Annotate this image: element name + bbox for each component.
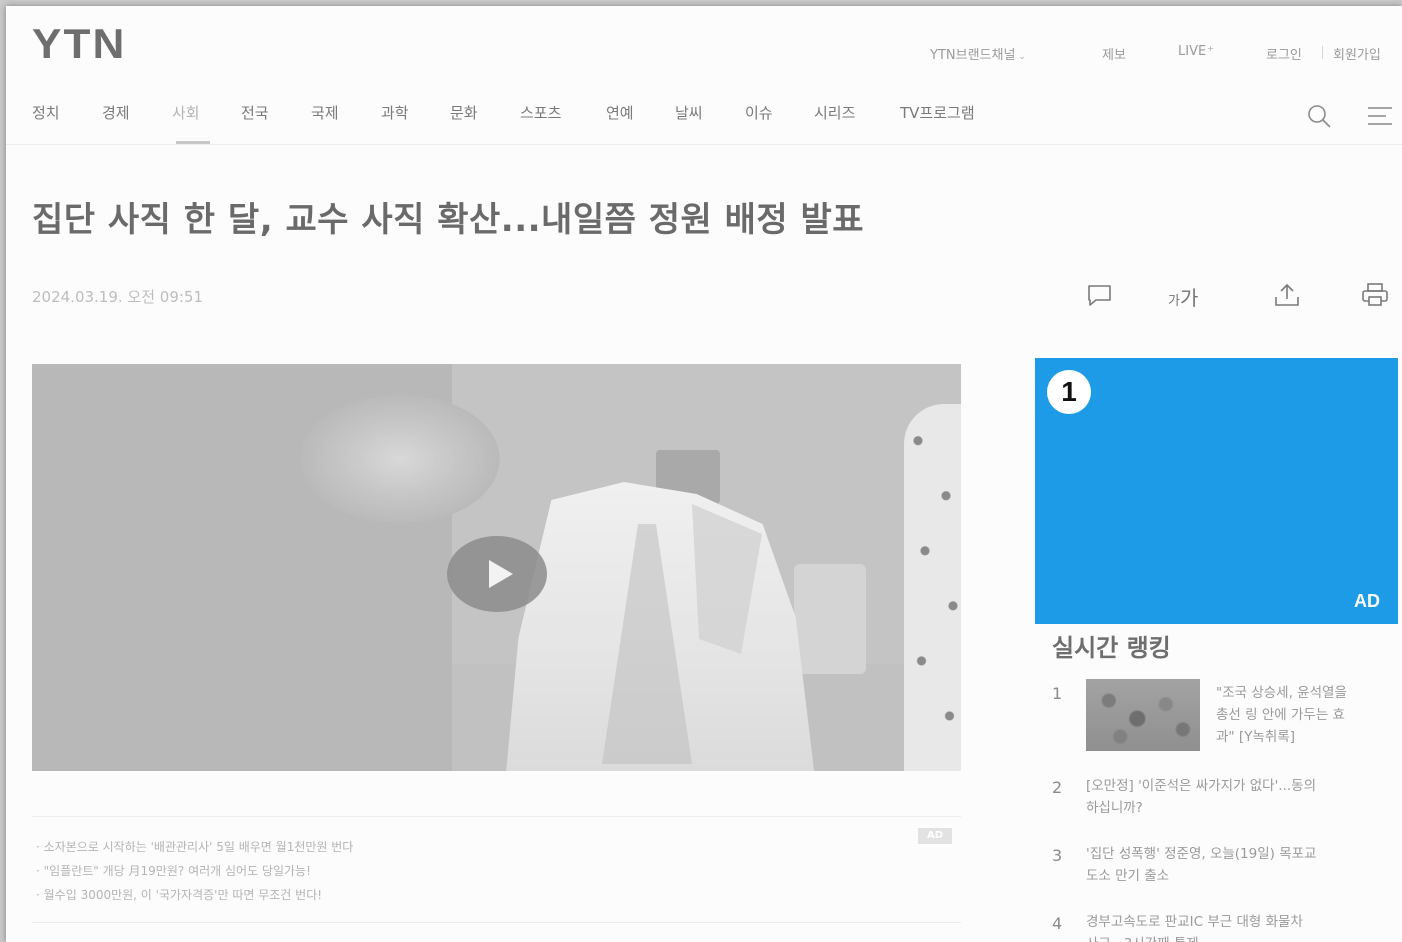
sidebar-ad[interactable]: 1 AD bbox=[1035, 358, 1398, 624]
nav-item-economy[interactable]: 경제 bbox=[102, 102, 130, 123]
play-icon bbox=[489, 560, 513, 588]
nav-item-international[interactable]: 국제 bbox=[311, 102, 339, 123]
article-date: 2024.03.19. 오전 09:51 bbox=[32, 288, 204, 306]
nav-item-sports[interactable]: 스포츠 bbox=[520, 102, 561, 123]
ad-link-1[interactable]: · 소자본으로 시작하는 '배관관리사' 5일 배우면 월1천만원 번다 bbox=[36, 838, 353, 855]
ad-link-2[interactable]: · "임플란트" 개당 月19만원? 여러개 심어도 당일가능! bbox=[36, 862, 311, 879]
nav-item-tv-program[interactable]: TV프로그램 bbox=[900, 102, 975, 123]
ad-links-tag: AD bbox=[918, 828, 952, 844]
report-link[interactable]: 제보 bbox=[1102, 44, 1126, 63]
comment-icon[interactable] bbox=[1086, 282, 1114, 312]
nav-item-politics[interactable]: 정치 bbox=[32, 102, 60, 123]
ranking-item-4[interactable]: 경부고속도로 판교IC 부근 대형 화물차 사고...3시간째 통제 bbox=[1086, 911, 1303, 942]
nav-item-society[interactable]: 사회 bbox=[172, 102, 200, 123]
ranking-item-1-line: 총선 링 안에 가두는 효 bbox=[1216, 707, 1345, 723]
print-icon[interactable] bbox=[1360, 282, 1390, 312]
ranking-item-3-line: 도소 만기 출소 bbox=[1086, 868, 1170, 884]
nav-item-series[interactable]: 시리즈 bbox=[814, 102, 855, 123]
nav-item-weather[interactable]: 날씨 bbox=[675, 102, 703, 123]
ranking-item-2[interactable]: [오만정] '이준석은 싸가지가 없다'...동의 하십니까? bbox=[1086, 775, 1316, 819]
brand-channel-label: YTN브랜드채널 bbox=[930, 48, 1016, 63]
ad-links-divider-top bbox=[32, 816, 961, 817]
page-frame: YTN YTN브랜드채널 ⌄ 제보 LIVE+ 로그인 회원가입 정치 경제 사회… bbox=[6, 6, 1402, 942]
ranking-title: 실시간 랭킹 bbox=[1052, 634, 1171, 662]
ranking-item-4-line: 경부고속도로 판교IC 부근 대형 화물차 bbox=[1086, 914, 1303, 930]
ranking-number: 1 bbox=[1052, 684, 1063, 703]
nav-item-entertainment[interactable]: 연예 bbox=[606, 102, 634, 123]
ytn-logo[interactable]: YTN bbox=[32, 20, 126, 68]
font-size-small-glyph: 가 bbox=[1168, 294, 1180, 309]
ranking-item-2-line: [오만정] '이준석은 싸가지가 없다'...동의 bbox=[1086, 778, 1317, 794]
util-divider bbox=[1322, 46, 1323, 59]
ranking-thumbnail[interactable] bbox=[1086, 679, 1200, 751]
ranking-number: 2 bbox=[1052, 778, 1063, 797]
video-frame-patterned-fabric bbox=[904, 404, 961, 771]
share-icon[interactable] bbox=[1272, 282, 1302, 312]
nav-item-issue[interactable]: 이슈 bbox=[745, 102, 773, 123]
nav-item-science[interactable]: 과학 bbox=[381, 102, 409, 123]
play-button[interactable] bbox=[447, 536, 547, 612]
video-player[interactable] bbox=[32, 364, 961, 771]
live-link[interactable]: LIVE+ bbox=[1178, 44, 1214, 59]
nav-item-culture[interactable]: 문화 bbox=[450, 102, 478, 123]
nav-item-national[interactable]: 전국 bbox=[241, 102, 269, 123]
ranking-item-1[interactable]: "조국 상승세, 윤석열을 총선 링 안에 가두는 효 과" [Y녹취록] bbox=[1216, 682, 1347, 748]
video-frame-jar bbox=[794, 564, 866, 674]
nav-divider bbox=[6, 144, 1402, 145]
video-frame-lamp bbox=[300, 394, 500, 524]
live-label: LIVE bbox=[1178, 44, 1207, 59]
ad-links-divider-bottom bbox=[32, 922, 961, 923]
brand-channel-link[interactable]: YTN브랜드채널 ⌄ bbox=[930, 44, 1026, 63]
ranking-item-4-line: 사고...3시간째 통제 bbox=[1086, 933, 1303, 942]
article-headline: 집단 사직 한 달, 교수 사직 확산...내일쯤 정원 배정 발표 bbox=[32, 200, 865, 240]
menu-icon[interactable] bbox=[1366, 103, 1394, 133]
ranking-item-1-line: "조국 상승세, 윤석열을 bbox=[1216, 685, 1347, 701]
ranking-number: 4 bbox=[1052, 914, 1063, 933]
font-size-button[interactable]: 가가 bbox=[1168, 282, 1198, 311]
ad-number-badge: 1 bbox=[1047, 370, 1091, 414]
ranking-number: 3 bbox=[1052, 846, 1063, 865]
ad-link-3[interactable]: · 월수입 3000만원, 이 '국가자격증'만 따면 무조건 번다! bbox=[36, 886, 322, 903]
ranking-item-2-line: 하십니까? bbox=[1086, 800, 1143, 816]
ranking-item-3[interactable]: '집단 성폭행' 정준영, 오늘(19일) 목포교 도소 만기 출소 bbox=[1086, 843, 1316, 887]
search-icon[interactable] bbox=[1306, 103, 1332, 133]
login-link[interactable]: 로그인 bbox=[1266, 44, 1302, 63]
ranking-item-3-line: '집단 성폭행' 정준영, 오늘(19일) 목포교 bbox=[1086, 846, 1317, 862]
signup-link[interactable]: 회원가입 bbox=[1333, 44, 1381, 63]
live-mark: + bbox=[1207, 44, 1214, 53]
ranking-item-1-line: 과" [Y녹취록] bbox=[1216, 729, 1295, 745]
ad-label: AD bbox=[1354, 591, 1380, 611]
font-size-large-glyph: 가 bbox=[1179, 286, 1199, 310]
chevron-down-icon: ⌄ bbox=[1018, 52, 1026, 62]
